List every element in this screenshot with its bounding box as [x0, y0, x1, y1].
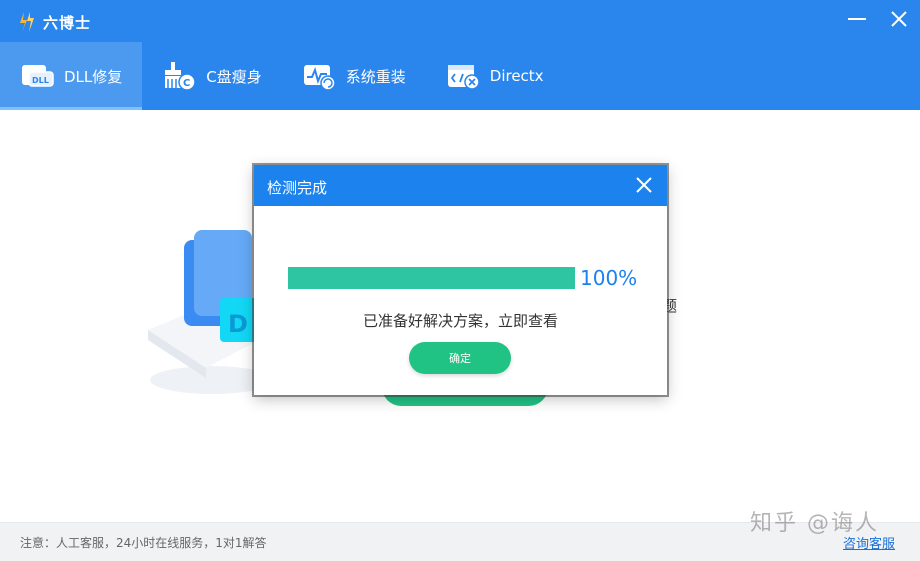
minimize-icon — [848, 18, 866, 20]
minimize-button[interactable] — [845, 8, 869, 30]
header: 六博士 DLL DLL修复 C C盘瘦身 系统重装 Directx — [0, 0, 920, 110]
tab-dll-repair[interactable]: DLL DLL修复 — [0, 42, 143, 110]
svg-text:D: D — [228, 310, 248, 338]
close-window-button[interactable] — [887, 8, 911, 30]
tab-label: DLL修复 — [64, 67, 123, 86]
tab-label: Directx — [489, 67, 544, 85]
main-tabs: DLL DLL修复 C C盘瘦身 系统重装 Directx — [0, 42, 564, 110]
logo-icon — [20, 12, 34, 32]
app-logo: 六博士 — [18, 10, 91, 34]
tab-label: 系统重装 — [345, 67, 406, 86]
close-icon — [891, 11, 907, 27]
directx-icon — [446, 61, 480, 91]
confirm-button[interactable]: 确定 — [409, 342, 511, 374]
svg-text:C: C — [183, 78, 190, 89]
progress-fill — [288, 267, 575, 289]
dialog-title: 检测完成 — [267, 179, 328, 197]
progress-bar — [288, 267, 575, 289]
watermark: 知乎 @诲人 — [750, 511, 879, 536]
tab-system-reinstall[interactable]: 系统重装 — [282, 42, 426, 110]
detection-complete-dialog: 检测完成 100% 已准备好解决方案，立即查看 确定 — [254, 165, 667, 395]
dialog-message: 已准备好解决方案，立即查看 — [362, 312, 558, 330]
tab-directx[interactable]: Directx — [426, 42, 564, 110]
dialog-close-button[interactable] — [633, 174, 655, 196]
footer-note: 注意：人工客服，24小时在线服务，1对1解答 — [20, 536, 267, 550]
disk-clean-icon: C — [162, 61, 197, 91]
progress-percent: 100% — [580, 266, 638, 290]
system-reinstall-icon — [302, 61, 336, 91]
tab-label: C盘瘦身 — [206, 67, 262, 86]
dialog-header: 检测完成 — [254, 165, 667, 206]
dll-icon: DLL — [20, 61, 54, 91]
close-icon — [636, 177, 652, 193]
tab-c-drive-clean[interactable]: C C盘瘦身 — [142, 42, 281, 110]
app-title: 六博士 — [43, 13, 92, 32]
svg-text:DLL: DLL — [32, 76, 49, 85]
